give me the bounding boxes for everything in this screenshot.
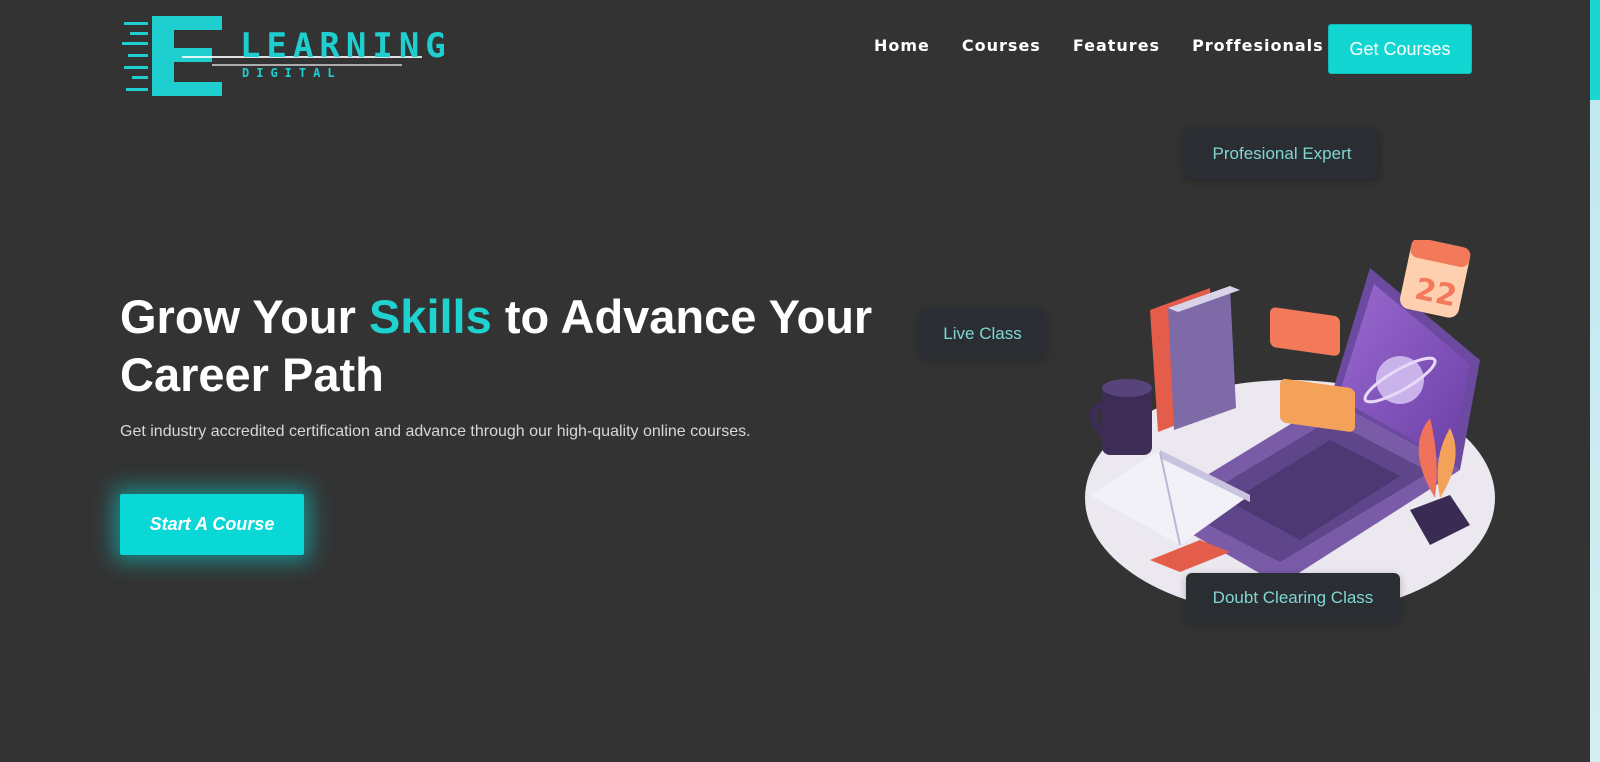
site-logo[interactable]: LEARNING DIGITAL <box>122 12 462 100</box>
get-courses-button[interactable]: Get Courses <box>1328 24 1472 74</box>
badge-profesional-expert: Profesional Expert <box>1184 128 1380 179</box>
nav-home[interactable]: Home <box>874 36 930 55</box>
main-nav: Home Courses Features Proffesionals <box>874 36 1324 55</box>
hero-subtitle: Get industry accredited certification an… <box>120 423 751 440</box>
laptop-study-illustration: 22 <box>1085 240 1495 616</box>
badge-doubt-clearing: Doubt Clearing Class <box>1186 573 1400 623</box>
scrollbar-thumb[interactable] <box>1590 0 1600 100</box>
start-course-button[interactable]: Start A Course <box>120 494 304 555</box>
nav-proffesionals[interactable]: Proffesionals <box>1192 36 1324 55</box>
scrollbar-track <box>1590 100 1600 762</box>
logo-wordmark: LEARNING <box>240 26 452 66</box>
hero-title: Grow Your Skills to Advance Your Career … <box>120 288 880 404</box>
nav-courses[interactable]: Courses <box>962 36 1041 55</box>
badge-live-class: Live Class <box>920 308 1045 359</box>
page-scrollbar[interactable] <box>1590 0 1600 762</box>
hero-title-part1: Grow Your <box>120 290 369 343</box>
nav-features[interactable]: Features <box>1073 36 1160 55</box>
logo-subtext: DIGITAL <box>242 66 342 80</box>
hero-title-accent: Skills <box>368 290 492 343</box>
